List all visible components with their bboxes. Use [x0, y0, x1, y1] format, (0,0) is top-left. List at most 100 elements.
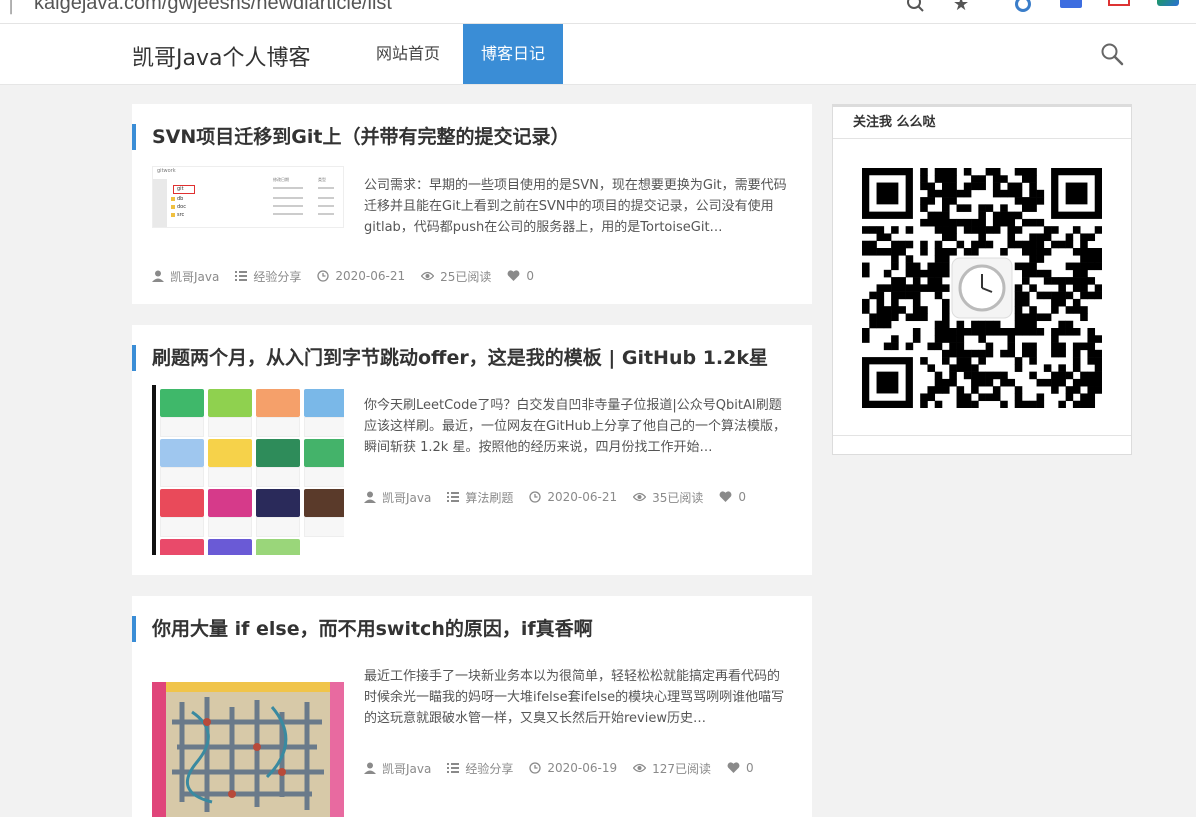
thumb-tile [256, 539, 300, 555]
thumb-line [318, 197, 334, 199]
author-name: 凯哥Java [382, 761, 432, 776]
site-header: 凯哥Java个人博客 网站首页 博客日记 [0, 24, 1196, 85]
meta-category[interactable]: 算法刷题 [447, 489, 513, 506]
thumb-folder: git [177, 186, 184, 192]
thumb-tile [208, 467, 252, 487]
thumb-line [318, 205, 334, 207]
list-icon [447, 492, 460, 502]
list-icon [447, 763, 460, 773]
thumb-tile [304, 439, 344, 467]
address-url[interactable]: kaigejava.com/gwjeesns/newdiarticle/list [34, 0, 392, 15]
meta-category[interactable]: 经验分享 [447, 760, 513, 777]
thumb-tile [160, 517, 204, 537]
thumb-tile [160, 489, 204, 517]
meta-views: 127已阅读 [633, 760, 711, 777]
article-thumbnail[interactable] [152, 385, 344, 555]
publish-date: 2020-06-19 [547, 761, 618, 775]
nav-blog-diary[interactable]: 博客日记 [463, 24, 563, 84]
meta-date: 2020-06-21 [529, 490, 617, 504]
heart-icon [507, 270, 520, 281]
thumb-tile [208, 517, 252, 537]
thumb-tile [160, 439, 204, 467]
thumb-tile [304, 517, 344, 537]
site-title[interactable]: 凯哥Java个人博客 [132, 40, 310, 72]
article-card: 你用大量 if else，而不用switch的原因，if真香啊 最近工作接手了一… [132, 596, 812, 817]
bookmark-star-icon[interactable]: ★ [953, 0, 975, 15]
follow-widget: 关注我 么么哒 [832, 104, 1132, 455]
thumb-folder: src [177, 212, 185, 218]
thumb-tile [256, 489, 300, 517]
article-meta: 凯哥Java 经验分享 2020-06-21 25已阅读 0 [152, 268, 550, 284]
view-count: 35已阅读 [652, 490, 704, 505]
search-icon[interactable] [1100, 42, 1124, 66]
article-card: SVN项目迁移到Git上（并带有完整的提交记录） gitwork 修改日期 类型… [132, 104, 812, 304]
thumb-line [273, 187, 303, 189]
article-title[interactable]: 你用大量 if else，而不用switch的原因，if真香啊 [132, 616, 593, 642]
meta-likes[interactable]: 0 [719, 490, 746, 504]
article-title[interactable]: 刷题两个月，从入门到字节跳动offer，这是我的模板 | GitHub 1.2k… [132, 345, 768, 371]
folder-icon [171, 213, 175, 217]
extension-blue-icon[interactable] [1060, 0, 1082, 8]
meta-author[interactable]: 凯哥Java [152, 268, 219, 285]
tangled-pipes-image [152, 682, 344, 817]
meta-views: 25已阅读 [421, 268, 491, 285]
meta-likes[interactable]: 0 [507, 269, 534, 283]
clock-icon [529, 491, 542, 503]
thumb-tile [160, 417, 204, 437]
view-count: 127已阅读 [652, 761, 712, 776]
widget-title: 关注我 么么哒 [833, 107, 1131, 139]
extension-green-icon[interactable] [1157, 0, 1179, 6]
search-icon[interactable] [905, 0, 927, 14]
thumb-tile [304, 489, 344, 517]
eye-icon [633, 763, 647, 773]
category-name: 经验分享 [465, 761, 514, 776]
heart-icon [727, 762, 740, 773]
meta-author[interactable]: 凯哥Java [364, 489, 431, 506]
wechat-qr-code [862, 168, 1102, 408]
thumb-tile [208, 389, 252, 417]
nav-home[interactable]: 网站首页 [358, 24, 458, 84]
meta-category[interactable]: 经验分享 [235, 268, 301, 285]
thumb-tile [208, 539, 252, 555]
eye-icon [633, 492, 647, 502]
eye-icon [421, 271, 435, 281]
article-meta: 凯哥Java 算法刷题 2020-06-21 35已阅读 0 [364, 489, 762, 505]
folder-icon [171, 205, 175, 209]
thumb-line [318, 187, 334, 189]
like-count: 0 [746, 761, 754, 775]
thumb-folder: db [177, 196, 184, 202]
article-summary: 你今天刷LeetCode了吗？白交发自凹非寺量子位报道|公众号QbitAI刷题应… [364, 398, 787, 455]
thumb-folder: doc [177, 204, 186, 210]
thumb-tile [256, 517, 300, 537]
thumb-tile [304, 417, 344, 437]
thumb-line [273, 213, 303, 215]
widget-divider [833, 435, 1131, 436]
author-name: 凯哥Java [170, 269, 220, 284]
article-thumbnail[interactable] [152, 682, 344, 817]
author-name: 凯哥Java [382, 490, 432, 505]
thumb-tile [160, 539, 204, 555]
extension-globe-icon[interactable] [1015, 0, 1031, 12]
folder-icon [171, 197, 175, 201]
address-bar-divider: | [8, 0, 15, 15]
clock-icon [317, 270, 330, 282]
thumb-breadcrumb: gitwork [157, 168, 176, 174]
heart-icon [719, 491, 732, 502]
category-name: 算法刷题 [465, 490, 514, 505]
thumb-tile [256, 439, 300, 467]
thumb-col-type: 类型 [318, 177, 326, 182]
meta-views: 35已阅读 [633, 489, 703, 506]
article-title[interactable]: SVN项目迁移到Git上（并带有完整的提交记录） [132, 124, 569, 150]
article-thumbnail[interactable]: gitwork 修改日期 类型 git db doc src [152, 166, 344, 228]
thumb-sidebar [153, 179, 167, 227]
thumb-tile [208, 417, 252, 437]
thumb-col-date: 修改日期 [273, 177, 289, 182]
thumb-line [273, 205, 303, 207]
publish-date: 2020-06-21 [335, 269, 406, 283]
extension-red-icon[interactable] [1108, 0, 1130, 6]
meta-likes[interactable]: 0 [727, 761, 754, 775]
user-icon [152, 270, 164, 282]
thumb-tile [256, 417, 300, 437]
meta-author[interactable]: 凯哥Java [364, 760, 431, 777]
meta-date: 2020-06-19 [529, 761, 617, 775]
